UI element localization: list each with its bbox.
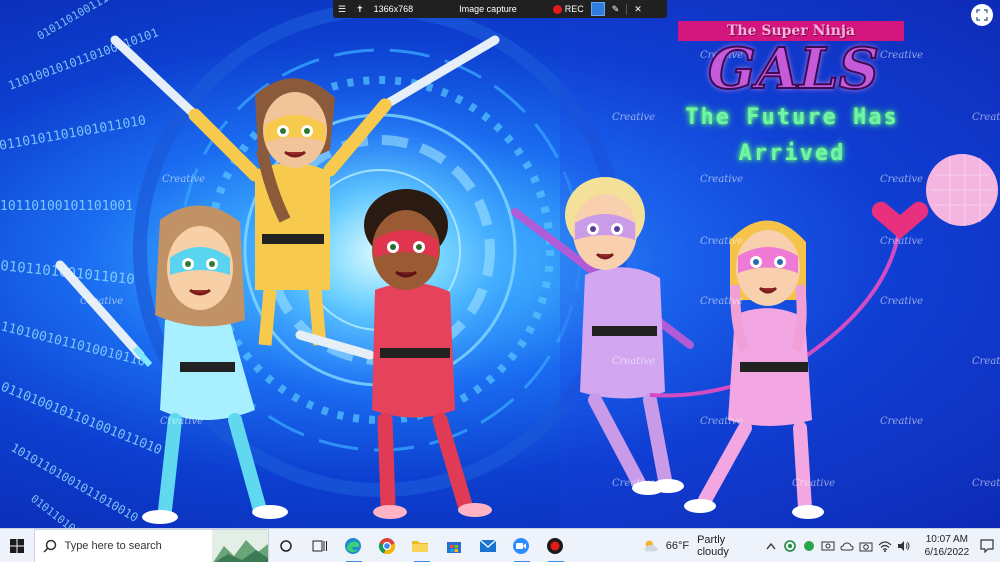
- record-icon[interactable]: [538, 529, 572, 562]
- capture-toolbar: ☰ ✝ 1366x768 Image capture REC ✎ ✕: [333, 0, 667, 18]
- capture-resolution[interactable]: 1366x768: [369, 0, 419, 18]
- system-tray: [762, 529, 914, 562]
- weather-condition: Partly cloudy: [697, 533, 729, 558]
- watermark: Creative: [880, 174, 924, 185]
- windows-logo-icon: [9, 538, 24, 553]
- start-button[interactable]: [0, 529, 34, 562]
- menu-icon[interactable]: ☰: [333, 0, 351, 18]
- watermark: Creative: [612, 112, 656, 123]
- edge-icon[interactable]: [336, 529, 370, 562]
- watermark: Creative: [612, 478, 656, 489]
- watermark: Creative: [612, 356, 656, 367]
- watermark: Creative: [160, 416, 204, 427]
- zoom-icon[interactable]: [504, 529, 538, 562]
- clock-date: 6/16/2022: [924, 546, 970, 558]
- tagline-line2: Arrived: [738, 141, 846, 166]
- capture-mode[interactable]: Image capture: [454, 0, 522, 18]
- watermark: Creative: [972, 356, 1000, 367]
- green-dot-icon[interactable]: [801, 538, 817, 554]
- wallpaper-scene: 0101101001110100101 11010010101101001101…: [0, 0, 1000, 528]
- svg-text:10101101001011010010: 10101101001011010010: [9, 440, 141, 524]
- pen-icon[interactable]: ✎: [607, 0, 625, 18]
- widgets-icon[interactable]: [303, 529, 337, 562]
- clock[interactable]: 10:07 AM 6/16/2022: [920, 533, 974, 559]
- record-dot-icon: [552, 4, 562, 14]
- watermark: Creative: [700, 174, 744, 185]
- record-button[interactable]: REC: [548, 0, 589, 18]
- camera-icon[interactable]: [858, 538, 874, 554]
- weather-widget[interactable]: 66°F Partly cloudy: [643, 529, 753, 562]
- svg-text:0110101101001011010: 0110101101001011010: [0, 113, 147, 154]
- weather-temp: 66°F: [665, 539, 690, 552]
- notification-icon[interactable]: [974, 529, 1000, 562]
- toolbar-divider: [626, 3, 628, 15]
- watermark: Creative: [880, 416, 924, 427]
- wifi-icon[interactable]: [877, 538, 893, 554]
- watermark: Creative: [700, 236, 744, 247]
- microsoft-store-icon[interactable]: [437, 529, 471, 562]
- watermark: Creative: [700, 296, 744, 307]
- onedrive-icon[interactable]: [839, 538, 855, 554]
- task-view-icon[interactable]: [269, 529, 303, 562]
- watermark: Creative: [880, 50, 924, 61]
- close-icon[interactable]: ✕: [629, 0, 647, 18]
- clock-time: 10:07 AM: [925, 533, 969, 545]
- record-label: REC: [564, 4, 584, 14]
- region-select-icon[interactable]: [590, 2, 605, 16]
- watermark: Creative: [880, 236, 924, 247]
- watermark: Creative: [700, 416, 744, 427]
- search-box[interactable]: Type here to search: [33, 528, 270, 562]
- chevron-up-icon[interactable]: [763, 538, 779, 554]
- watermark: Creative: [792, 478, 836, 489]
- watermark: Creative: [972, 112, 1000, 123]
- search-icon: [43, 539, 56, 553]
- chrome-icon[interactable]: [370, 529, 404, 562]
- network-icon[interactable]: [820, 538, 836, 554]
- pin-icon[interactable]: ✝: [351, 0, 369, 18]
- watermark: Creative: [162, 174, 206, 185]
- watermark: Creative: [972, 478, 1000, 489]
- watermark: Creative: [880, 296, 924, 307]
- zoom-icon[interactable]: [971, 4, 993, 26]
- tagline-line1: The Future Has: [685, 105, 899, 130]
- search-highlight-art: [212, 529, 269, 562]
- search-placeholder: Type here to search: [64, 539, 162, 552]
- watermark: Creative: [80, 296, 124, 307]
- title-main: GALS: [707, 35, 880, 103]
- svg-text:10110100101101001: 10110100101101001: [0, 199, 133, 214]
- mail-icon[interactable]: [471, 529, 505, 562]
- green-circle-icon[interactable]: [782, 538, 798, 554]
- partly-cloudy-icon: [645, 540, 659, 551]
- volume-icon[interactable]: [896, 538, 912, 554]
- taskbar: Type here to search 66°F Partly cloudy 1…: [0, 528, 1000, 562]
- file-explorer-icon[interactable]: [404, 529, 438, 562]
